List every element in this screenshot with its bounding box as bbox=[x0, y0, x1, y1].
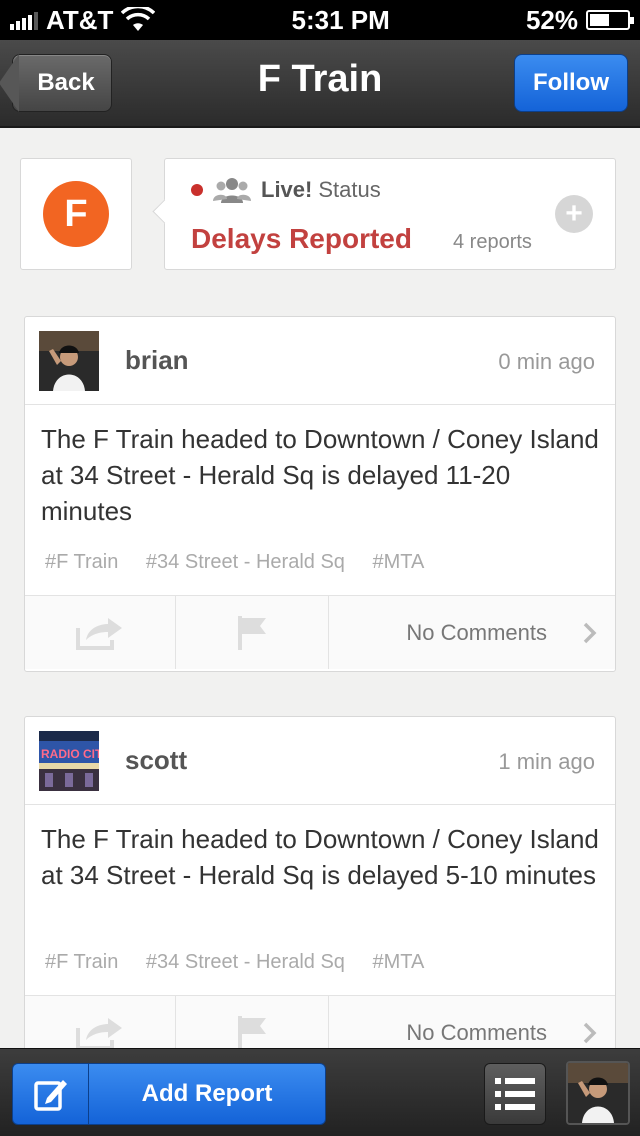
tag[interactable]: #F Train bbox=[45, 551, 118, 573]
add-status-button[interactable]: + bbox=[555, 195, 593, 233]
comments-button[interactable]: No Comments bbox=[329, 596, 615, 669]
username[interactable]: brian bbox=[125, 345, 189, 376]
clock: 5:31 PM bbox=[291, 4, 390, 35]
list-view-button[interactable] bbox=[484, 1063, 546, 1125]
back-arrow-icon bbox=[0, 54, 19, 112]
carrier-label: AT&T bbox=[46, 4, 114, 35]
tag-list: #F Train #34 Street - Herald Sq #MTA bbox=[25, 937, 615, 995]
chevron-right-icon bbox=[583, 622, 597, 643]
battery-icon bbox=[585, 10, 634, 30]
live-label: Live! bbox=[261, 177, 313, 202]
battery-percent: 52% bbox=[525, 4, 578, 35]
live-indicator-icon bbox=[191, 184, 203, 196]
tag[interactable]: #MTA bbox=[372, 551, 424, 573]
users-icon bbox=[213, 178, 251, 203]
svg-text:RADIO CITY: RADIO CITY bbox=[41, 747, 99, 761]
navigation-bar: Back F Train Follow bbox=[0, 40, 640, 128]
post-time: 0 min ago bbox=[498, 349, 595, 374]
signal-icon bbox=[10, 10, 38, 30]
back-button[interactable]: Back bbox=[0, 54, 112, 112]
wifi-icon bbox=[121, 7, 156, 31]
report-card: RADIO CITY scott 1 min ago The F Train h… bbox=[24, 716, 616, 1072]
avatar[interactable] bbox=[39, 331, 99, 391]
profile-avatar[interactable] bbox=[566, 1061, 630, 1125]
status-bar: AT&T 5:31 PM 52% bbox=[0, 0, 640, 40]
report-text: The F Train headed to Downtown / Coney I… bbox=[41, 824, 599, 890]
plus-icon: + bbox=[565, 197, 583, 230]
avatar[interactable]: RADIO CITY bbox=[39, 731, 99, 791]
add-report-button[interactable]: Add Report bbox=[12, 1063, 326, 1125]
chevron-right-icon bbox=[583, 1022, 597, 1043]
tag[interactable]: #MTA bbox=[372, 951, 424, 973]
share-button[interactable] bbox=[25, 596, 176, 669]
comments-label: No Comments bbox=[406, 1019, 547, 1045]
tag[interactable]: #34 Street - Herald Sq bbox=[146, 551, 345, 573]
follow-label: Follow bbox=[533, 69, 609, 96]
share-icon bbox=[76, 617, 122, 650]
tag[interactable]: #34 Street - Herald Sq bbox=[146, 951, 345, 973]
share-icon bbox=[76, 1017, 122, 1050]
flag-button[interactable] bbox=[176, 596, 329, 669]
flag-icon bbox=[238, 1015, 266, 1050]
report-text: The F Train headed to Downtown / Coney I… bbox=[41, 424, 599, 526]
report-card: brian 0 min ago The F Train headed to Do… bbox=[24, 316, 616, 672]
bottom-toolbar: Add Report bbox=[0, 1048, 640, 1136]
post-time: 1 min ago bbox=[498, 749, 595, 774]
tag[interactable]: #F Train bbox=[45, 951, 118, 973]
flag-icon bbox=[238, 615, 266, 650]
list-icon bbox=[495, 1078, 535, 1110]
status-label: Status bbox=[318, 177, 381, 202]
report-count: 4 reports bbox=[453, 231, 532, 253]
edit-icon bbox=[33, 1080, 67, 1111]
f-train-badge: F bbox=[43, 181, 109, 247]
status-card: Live! Status Delays Reported 4 reports + bbox=[164, 158, 616, 270]
comments-label: No Comments bbox=[406, 619, 547, 645]
back-label: Back bbox=[37, 69, 95, 96]
status-text: Delays Reported bbox=[191, 223, 412, 254]
tag-list: #F Train #34 Street - Herald Sq #MTA bbox=[25, 537, 615, 595]
line-logo-card: F bbox=[20, 158, 132, 270]
follow-button[interactable]: Follow bbox=[514, 54, 628, 112]
compose-button[interactable] bbox=[13, 1064, 89, 1124]
username[interactable]: scott bbox=[125, 745, 187, 776]
add-report-label: Add Report bbox=[141, 1080, 273, 1107]
